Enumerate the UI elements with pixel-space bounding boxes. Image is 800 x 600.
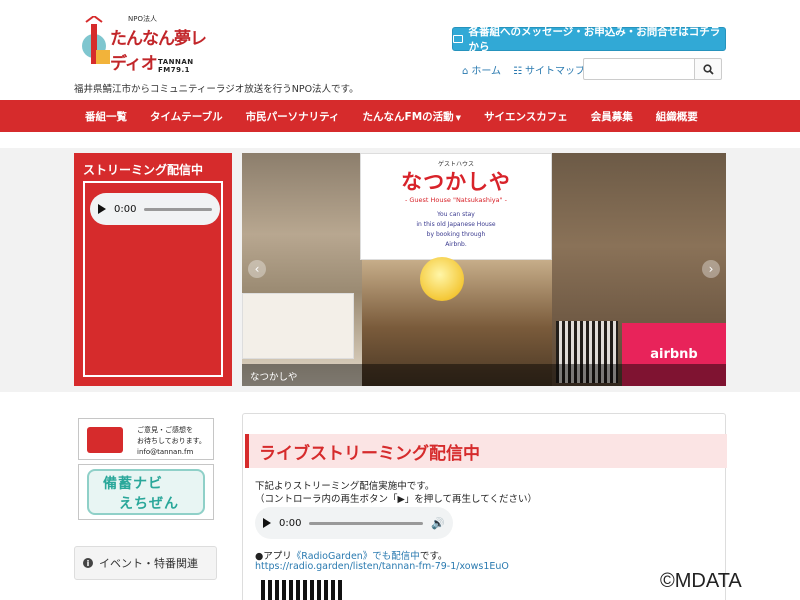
radio-icon [87, 427, 123, 453]
nav-item-timetable[interactable]: タイムテーブル [150, 109, 223, 124]
nav-item-about[interactable]: 組織概要 [656, 109, 698, 124]
home-link-label: ホーム [471, 66, 502, 77]
player-track[interactable] [309, 521, 424, 525]
nav-item-activities-label: たんなんFMの活動 [362, 110, 454, 123]
bichiku-navi-title: 備蓄ナビ [103, 476, 163, 492]
home-icon: ⌂ [462, 66, 469, 77]
bichiku-navi-banner[interactable]: 備蓄ナビ えちぜん [78, 464, 214, 520]
caret-down-icon: ▼ [455, 113, 462, 122]
player-time: 0:00 [114, 203, 137, 215]
feedback-line: お待ちしております。 [137, 437, 206, 445]
slider-prev-arrow-icon[interactable]: ‹ [248, 260, 266, 278]
site-logo[interactable]: NPO法人 たんなん夢レディオ TANNAN FM79.1 [82, 14, 214, 74]
logo-fm-text: TANNAN FM79.1 [158, 58, 194, 74]
sign-desc-line: by booking through [426, 231, 486, 238]
sign-desc-line: in this old Japanese House [416, 221, 496, 228]
sign-title: なつかしや [401, 170, 511, 194]
audio-player-sidebar[interactable]: 0:00 [90, 193, 220, 225]
logo-npo-label: NPO法人 [128, 15, 157, 23]
site-tagline: 福井県鯖江市からコミュニティーラジオ放送を行うNPO法人です。 [74, 84, 359, 95]
play-icon[interactable] [263, 518, 271, 528]
feedback-banner-text: ご意見・ご感想を お待ちしております。 info@tannan.fm [137, 425, 206, 458]
top-links: ⌂ ホーム ☷ サイトマップ [462, 62, 585, 77]
sign-desc-line: You can stay [437, 211, 475, 218]
sitemap-link[interactable]: ☷ サイトマップ [513, 62, 585, 77]
paper-lantern [420, 257, 464, 301]
bichiku-navi-subtitle: えちぜん [119, 496, 179, 512]
guesthouse-sign: ゲストハウス なつかしや - Guest House "Natsukashiya… [360, 153, 552, 260]
streaming-box: ストリーミング配信中 [74, 153, 232, 386]
search-input[interactable] [583, 58, 695, 80]
nav-item-science-cafe[interactable]: サイエンスカフェ [484, 109, 568, 124]
image-slider[interactable]: airbnb ゲストハウス なつかしや - Guest House "Natsu… [242, 153, 726, 386]
nav-item-membership[interactable]: 会員募集 [591, 109, 633, 124]
nav-item-activities[interactable]: たんなんFMの活動 ▼ [363, 109, 462, 124]
search-button[interactable] [694, 58, 722, 80]
live-streaming-heading: ライブストリーミング配信中 [245, 434, 727, 468]
radio-garden-url[interactable]: https://radio.garden/listen/tannan-fm-79… [255, 561, 509, 572]
volume-icon[interactable]: 🔊 [431, 517, 445, 530]
audio-player-main[interactable]: 0:00 🔊 [255, 507, 453, 539]
instruction-line: 下記よりストリーミング配信実施中です。 [255, 481, 435, 492]
slide-photo-exterior: airbnb [552, 153, 726, 386]
streaming-title: ストリーミング配信中 [83, 163, 204, 177]
feedback-line: ご意見・ご感想を [137, 426, 193, 434]
player-track[interactable] [144, 207, 212, 211]
instruction-line: （コントローラ内の再生ボタン「▶」を押して再生してください） [255, 494, 537, 505]
nav-item-programs[interactable]: 番組一覧 [85, 109, 127, 124]
slide-caption: なつかしや [242, 364, 726, 386]
search-icon [702, 63, 714, 75]
sign-desc-line: Airbnb. [445, 241, 467, 248]
sitemap-link-label: サイトマップ [525, 66, 586, 77]
sitemap-icon: ☷ [513, 66, 523, 77]
qr-code-image [261, 580, 345, 600]
main-nav: 番組一覧 タイムテーブル 市民パーソナリティ たんなんFMの活動 ▼ サイエンスカ… [0, 100, 800, 132]
sign-description: You can stay in this old Japanese House … [361, 210, 551, 250]
sign-guest-text: - Guest House "Natsukashiya" - [404, 196, 508, 204]
play-icon[interactable] [98, 204, 106, 214]
feedback-email: info@tannan.fm [137, 448, 194, 456]
map-image [242, 293, 354, 359]
live-streaming-panel: ライブストリーミング配信中 下記よりストリーミング配信実施中です。 （コントロー… [242, 413, 727, 600]
event-section-label: イベント・特番関連 [99, 557, 198, 570]
slider-next-arrow-icon[interactable]: › [702, 260, 720, 278]
message-button[interactable]: 各番組へのメッセージ・お申込み・お問合せはコチラから [452, 26, 726, 53]
player-time: 0:00 [279, 517, 302, 529]
radio-garden-note: ●アプリ《RadioGarden》でも配信中です。 [255, 548, 447, 562]
bichiku-navi-frame: 備蓄ナビ えちぜん [87, 469, 205, 515]
message-button-label: 各番組へのメッセージ・お申込み・お問合せはコチラから [468, 26, 721, 53]
event-section-header[interactable]: i イベント・特番関連 [74, 546, 217, 580]
streaming-instructions: 下記よりストリーミング配信実施中です。 （コントローラ内の再生ボタン「▶」を押し… [255, 480, 537, 506]
nav-item-personality[interactable]: 市民パーソナリティ [246, 109, 340, 124]
feedback-banner[interactable]: ご意見・ご感想を お待ちしております。 info@tannan.fm [78, 418, 214, 460]
home-link[interactable]: ⌂ ホーム [462, 62, 501, 77]
sign-small-text: ゲストハウス [437, 161, 474, 168]
watermark-text: ©MDATA [660, 570, 742, 592]
info-icon: i [83, 558, 93, 568]
envelope-icon [453, 35, 464, 43]
